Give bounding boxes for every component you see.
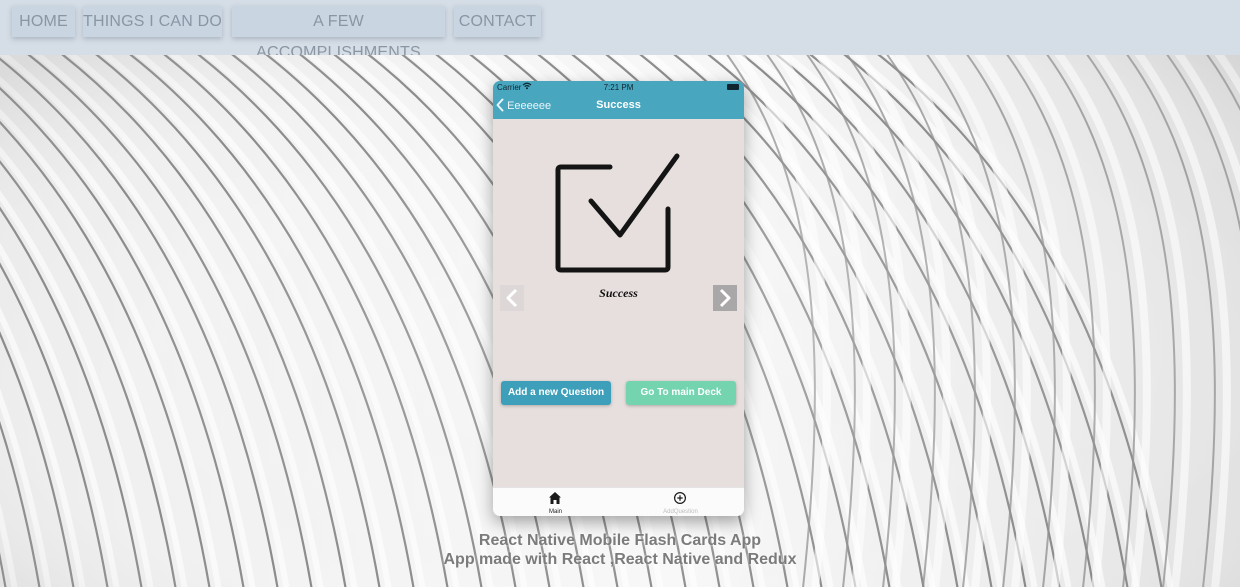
- chevron-right-icon: [719, 288, 731, 308]
- status-time: 7:21 PM: [603, 83, 634, 92]
- tab-main-label: Main: [548, 509, 562, 515]
- project-title: React Native Mobile Flash Cards App: [478, 532, 762, 549]
- nav-home-button[interactable]: HOME: [12, 6, 75, 37]
- nav-accomplishments-button[interactable]: A FEW ACCOMPLISHMENTS: [232, 6, 445, 61]
- home-icon: [549, 492, 561, 504]
- result-caption: Success: [599, 286, 638, 300]
- phone-screenshot: Carrier 7:21 PM Eeeeeee Success Success …: [493, 81, 744, 516]
- nav-things-i-can-do-button[interactable]: THINGS I CAN DO: [83, 6, 222, 37]
- tab-bar: Main AddQuestion: [493, 487, 744, 516]
- tab-main[interactable]: Main: [493, 488, 618, 516]
- main-deck-button[interactable]: Go To main Deck: [626, 381, 736, 405]
- phone-navigation-header: Carrier 7:21 PM Eeeeeee Success: [493, 81, 744, 119]
- tab-add-question-label: AddQuestion: [663, 509, 698, 515]
- project-description: App made with React ,React Native and Re…: [443, 551, 797, 568]
- add-question-button[interactable]: Add a new Question: [501, 381, 611, 405]
- checkbox-checked-icon: [555, 153, 680, 273]
- top-navigation: HOME THINGS I CAN DO A FEW ACCOMPLISHMEN…: [0, 0, 1240, 61]
- screen-title: Success: [596, 99, 641, 111]
- nav-contact-button[interactable]: CONTACT: [454, 6, 541, 37]
- plus-circle-icon: [673, 491, 687, 505]
- next-card-button[interactable]: [713, 285, 737, 311]
- tab-add-question[interactable]: AddQuestion: [618, 488, 743, 516]
- hero-section: Carrier 7:21 PM Eeeeeee Success Success …: [0, 55, 1240, 587]
- battery-icon: [727, 84, 739, 90]
